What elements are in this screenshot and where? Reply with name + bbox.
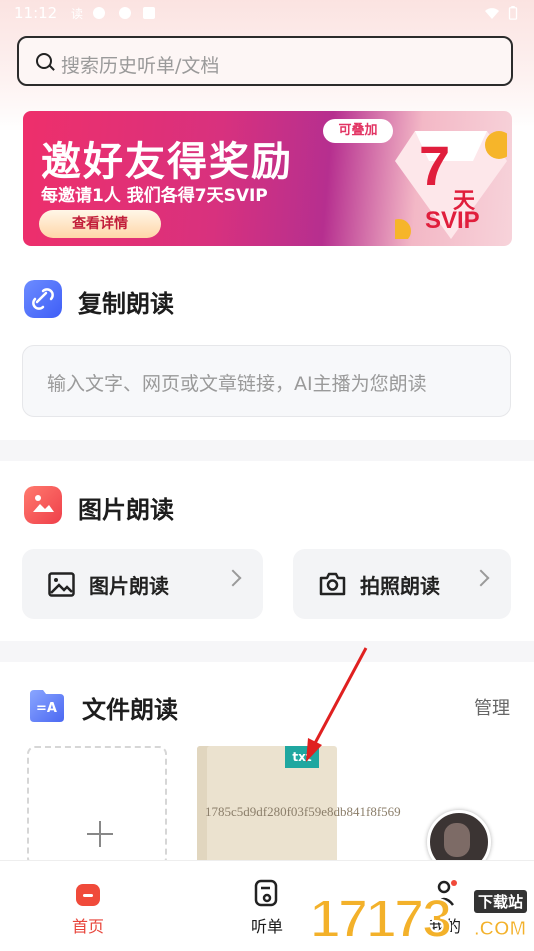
invite-banner[interactable]: 邀好友得奖励 每邀请1人 我们各得7天SVIP 查看详情 可叠加 7 天 SVI… [23,111,512,246]
wifi-icon [485,8,499,19]
text-link-placeholder: 输入文字、网页或文章链接，AI主播为您朗读 [47,373,427,395]
tab-home[interactable]: 首页 [28,861,148,951]
file-read-title: 文件朗读 [82,696,178,724]
text-link-input[interactable]: 输入文字、网页或文章链接，AI主播为您朗读 [22,345,511,417]
photo-read-button[interactable]: 拍照朗读 [293,549,511,619]
playlist-icon [254,879,278,907]
banner-subline: 每邀请1人 我们各得7天SVIP [41,186,268,206]
photo-read-label: 拍照朗读 [360,574,440,598]
site-watermark: 17173 下载站 .COM [309,888,534,950]
copy-read-title: 复制朗读 [78,290,174,318]
status-time: 11:12 [14,4,58,22]
app-icon [93,7,105,19]
banner-headline: 邀好友得奖励 [41,139,293,185]
notification-icon: 读 [71,7,83,20]
battery-icon [508,6,518,20]
file-name: 1785c5d9df280f03f59e8db841f8f569 [205,804,401,819]
status-bar: 11:12 读 [0,0,534,28]
chevron-right-icon [224,569,242,587]
banner-svip: SVIP [425,207,480,234]
view-details-button[interactable]: 查看详情 [39,210,161,238]
chevron-right-icon [472,569,490,587]
search-icon [36,53,52,69]
tab-playlist-label: 听单 [250,917,283,936]
image-read-button[interactable]: 图片朗读 [22,549,263,619]
app-icon [119,7,131,19]
watermark-site: 下载站 [474,890,528,913]
banner-seven: 7 [419,134,451,197]
file-audio-icon: =A [30,690,64,722]
add-file-button[interactable] [27,746,167,866]
stackable-tag: 可叠加 [323,119,393,143]
image-read-label: 图片朗读 [89,574,169,598]
watermark-domain: .COM [473,918,527,941]
image-icon [143,7,155,19]
search-placeholder: 搜索历史听单/文档 [61,55,220,77]
tab-home-label: 首页 [71,917,104,936]
manage-button[interactable]: 管理 [474,694,510,720]
svg-text:读: 读 [71,7,83,20]
svg-text:=A: =A [36,701,57,716]
tab-playlist[interactable]: 听单 [207,861,327,951]
image-read-title: 图片朗读 [78,496,174,524]
search-input[interactable]: 搜索历史听单/文档 [17,36,513,86]
camera-icon [319,572,346,596]
image-icon [48,572,75,597]
file-type-badge: txt [285,746,319,768]
home-icon [76,884,100,906]
file-card[interactable]: txt 1785c5d9df280f03f59e8db841f8f569 [197,746,401,866]
link-audio-icon [24,280,62,318]
picture-audio-icon [24,486,62,524]
watermark-number: 17173 [309,888,453,950]
